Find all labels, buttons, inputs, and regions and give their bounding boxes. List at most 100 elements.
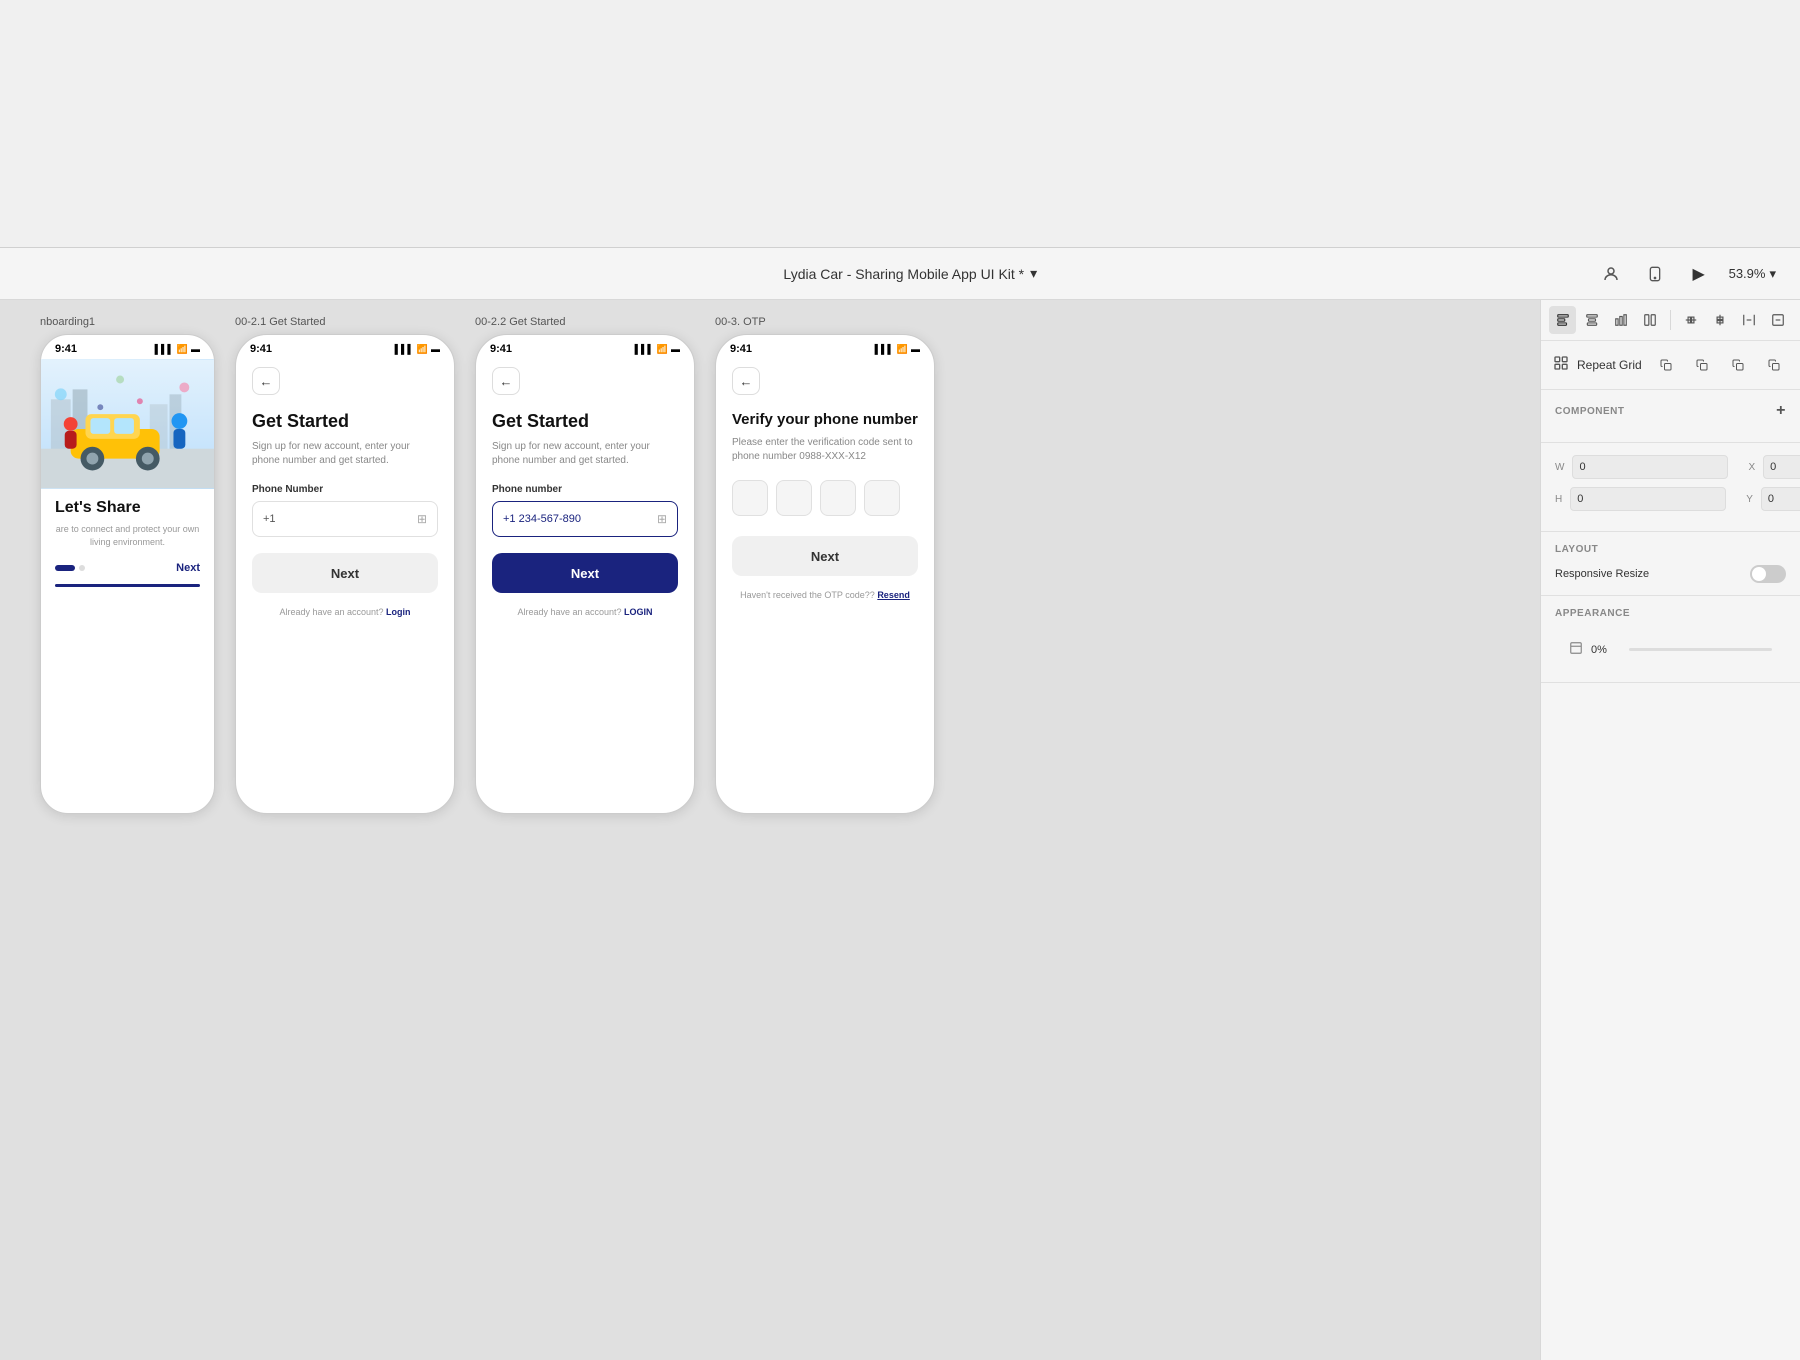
dot-active	[55, 565, 75, 571]
zoom-dropdown-icon: ▾	[1769, 266, 1776, 282]
align-left-icon[interactable]	[1549, 306, 1576, 334]
chart-icon[interactable]	[1608, 306, 1635, 334]
onboarding-phone: 9:41 ▌▌▌ 📶 ▬	[40, 334, 215, 814]
right-panel: Repeat Grid COMPONENT + W	[1540, 300, 1800, 1360]
opacity-row: 0%	[1555, 629, 1786, 670]
canvas: nboarding1 9:41 ▌▌▌ 📶 ▬	[0, 300, 1540, 1360]
screen3-time: 9:41	[730, 343, 752, 355]
columns-icon[interactable]	[1637, 306, 1664, 334]
screen1-login-link[interactable]: Login	[386, 607, 411, 617]
onboarding-next-btn[interactable]: Next	[176, 562, 200, 574]
screen2-phone-input[interactable]: +1 234-567-890 ⊞	[492, 501, 678, 537]
screen2-back-btn[interactable]: ←	[492, 367, 520, 395]
screen2-time: 9:41	[490, 343, 512, 355]
repeat-grid-label: Repeat Grid	[1577, 358, 1644, 372]
top-gray-area	[0, 0, 1800, 248]
screen1-content: ← Get Started Sign up for new account, e…	[236, 359, 454, 633]
width-input[interactable]	[1572, 455, 1728, 479]
screen2-title: Get Started	[492, 411, 678, 432]
copy-icon-1[interactable]	[1652, 351, 1680, 379]
progress-bar	[55, 584, 200, 587]
screen2-col: 00-2.2 Get Started 9:41 ▌▌▌ 📶 ▬ ←	[475, 316, 695, 814]
screen1-next-btn[interactable]: Next	[252, 553, 438, 593]
panel-toolbar-1	[1541, 300, 1800, 341]
screen2-content: ← Get Started Sign up for new account, e…	[476, 359, 694, 633]
app-title: Lydia Car - Sharing Mobile App UI Kit *	[783, 266, 1024, 282]
screen1-phone-input[interactable]: +1 ⊞	[252, 501, 438, 537]
s3-signal-icon: ▌▌▌	[875, 344, 894, 354]
screen1-subtitle: Sign up for new account, enter your phon…	[252, 440, 438, 468]
layout-section: LAYOUT Responsive Resize	[1541, 532, 1800, 596]
onboarding-illustration	[41, 359, 214, 489]
y-input[interactable]	[1761, 487, 1800, 511]
onboarding-subtext: are to connect and protect your ownlivin…	[55, 523, 200, 548]
responsive-resize-row: Responsive Resize	[1555, 565, 1786, 583]
screen3-label: 00-3. OTP	[715, 316, 935, 328]
otp-box-3[interactable]	[820, 480, 856, 516]
height-input[interactable]	[1570, 487, 1726, 511]
main-area: nboarding1 9:41 ▌▌▌ 📶 ▬	[0, 300, 1800, 1360]
add-component-btn[interactable]: +	[1776, 402, 1786, 420]
repeat-grid-icon	[1553, 355, 1569, 376]
spacing-icon[interactable]	[1735, 306, 1762, 334]
screen1-already-text: Already have an account? Login	[252, 607, 438, 617]
w-label: W	[1555, 462, 1564, 473]
screen3-resend-link[interactable]: Resend	[877, 590, 910, 600]
opacity-icon	[1569, 641, 1583, 658]
screen2-subtitle: Sign up for new account, enter your phon…	[492, 440, 678, 468]
component-section: COMPONENT +	[1541, 390, 1800, 443]
screen3-next-btn[interactable]: Next	[732, 536, 918, 576]
user-icon[interactable]	[1597, 260, 1625, 288]
screen3-content: ← Verify your phone number Please enter …	[716, 359, 934, 616]
align-center-icon[interactable]	[1578, 306, 1605, 334]
screen2-login-link[interactable]: LOGIN	[624, 607, 653, 617]
responsive-toggle[interactable]	[1750, 565, 1786, 583]
canvas-screens: nboarding1 9:41 ▌▌▌ 📶 ▬	[20, 316, 1540, 814]
title-bar-right: ▶ 53.9% ▾	[1597, 260, 1776, 288]
zoom-value: 53.9%	[1729, 266, 1766, 281]
screen1-time: 9:41	[250, 343, 272, 355]
title-bar: Lydia Car - Sharing Mobile App UI Kit * …	[0, 248, 1800, 300]
screen3-col: 00-3. OTP 9:41 ▌▌▌ 📶 ▬ ← Veri	[715, 316, 935, 814]
y-label: Y	[1746, 494, 1753, 505]
screen3-title: Verify your phone number	[732, 411, 918, 428]
opacity-slider[interactable]	[1629, 648, 1772, 651]
screen-onboarding-col: nboarding1 9:41 ▌▌▌ 📶 ▬	[40, 316, 215, 814]
s2-signal-icon: ▌▌▌	[635, 344, 654, 354]
zoom-control[interactable]: 53.9% ▾	[1729, 266, 1776, 282]
appearance-section: APPEARANCE 0%	[1541, 596, 1800, 683]
x-label: X	[1748, 462, 1755, 473]
dot-1	[79, 565, 85, 571]
height-y-row: H Y	[1555, 487, 1786, 511]
copy-icon-2[interactable]	[1688, 351, 1716, 379]
otp-box-1[interactable]	[732, 480, 768, 516]
distribute-h-icon[interactable]	[1677, 306, 1704, 334]
s1-battery-icon: ▬	[431, 344, 440, 354]
opacity-value: 0%	[1591, 644, 1621, 656]
toolbar-separator-1	[1670, 310, 1671, 330]
app-title-area: Lydia Car - Sharing Mobile App UI Kit * …	[783, 265, 1037, 282]
distribute-v-icon[interactable]	[1706, 306, 1733, 334]
screen2-field-label: Phone number	[492, 484, 678, 495]
otp-input-row	[732, 480, 918, 516]
screen2-next-btn[interactable]: Next	[492, 553, 678, 593]
copy-icon-3[interactable]	[1724, 351, 1752, 379]
screen1-back-btn[interactable]: ←	[252, 367, 280, 395]
onboarding-time: 9:41	[55, 343, 77, 355]
more-icon[interactable]	[1765, 306, 1792, 334]
screen3-back-btn[interactable]: ←	[732, 367, 760, 395]
play-icon[interactable]: ▶	[1685, 260, 1713, 288]
x-input[interactable]	[1763, 455, 1800, 479]
otp-box-2[interactable]	[776, 480, 812, 516]
s3-wifi-icon: 📶	[897, 344, 908, 355]
copy-icon-4[interactable]	[1760, 351, 1788, 379]
onboarding-label: nboarding1	[40, 316, 215, 328]
screen3-status-bar: 9:41 ▌▌▌ 📶 ▬	[716, 335, 934, 359]
title-dropdown-icon[interactable]: ▾	[1030, 265, 1037, 282]
wifi-icon: 📶	[177, 344, 188, 355]
s2-wifi-icon: 📶	[657, 344, 668, 355]
screen2-status-icons: ▌▌▌ 📶 ▬	[635, 344, 680, 355]
otp-box-4[interactable]	[864, 480, 900, 516]
screen1-placeholder: +1	[263, 513, 276, 525]
device-preview-icon[interactable]	[1641, 260, 1669, 288]
